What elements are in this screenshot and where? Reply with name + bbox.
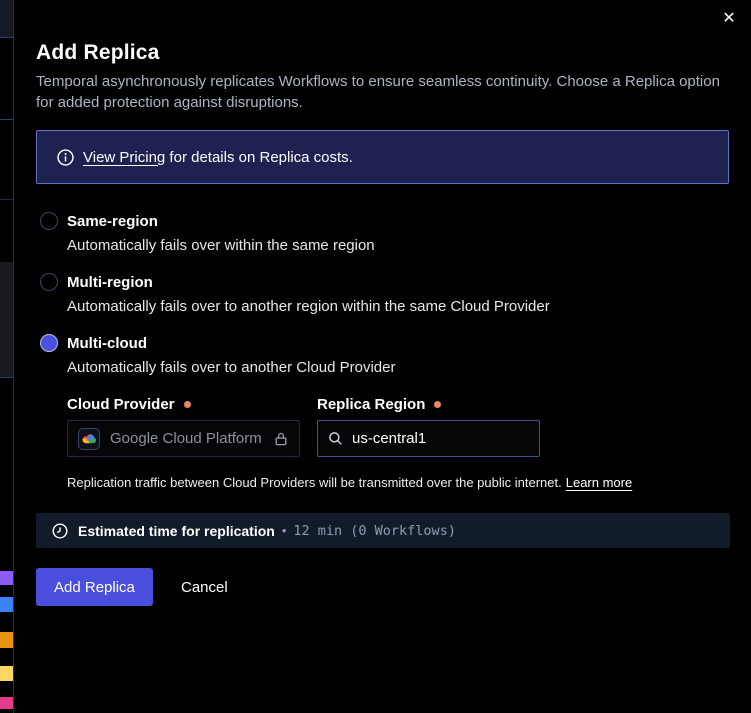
background-page-panel [0,262,13,378]
search-icon [328,431,343,446]
cloud-provider-field: Google Cloud Platform [67,420,300,457]
background-color-chip [0,666,13,681]
view-pricing-link[interactable]: View Pricing [83,149,165,166]
estimated-time-value: 12 min (0 Workflows) [293,523,456,539]
clock-icon [52,523,68,539]
add-replica-button[interactable]: Add Replica [36,568,153,606]
radio-same-region-description: Automatically fails over within the same… [67,237,375,254]
replica-region-field[interactable] [317,420,540,457]
radio-same-region-label[interactable]: Same-region [67,213,158,230]
background-color-chip [0,697,13,709]
estimated-time-banner: Estimated time for replication • 12 min … [36,513,730,548]
pricing-banner-text: for details on Replica costs. [165,149,353,166]
radio-multi-region-description: Automatically fails over to another regi… [67,298,550,315]
cloud-provider-value: Google Cloud Platform [110,430,262,447]
required-dot-icon [434,401,441,408]
cancel-button[interactable]: Cancel [181,568,228,606]
dot-separator: • [282,523,287,538]
background-color-chip [0,632,13,648]
estimated-time-label: Estimated time for replication [78,523,275,539]
info-icon [57,149,74,166]
background-column-divider [13,0,14,713]
required-dot-icon [184,401,191,408]
close-icon[interactable]: ✕ [718,8,740,30]
background-row-divider [0,119,13,120]
background-page-row [0,0,13,38]
radio-multi-cloud-label[interactable]: Multi-cloud [67,335,147,352]
modal-title: Add Replica [36,41,160,65]
pricing-info-banner: View Pricing for details on Replica cost… [36,130,729,184]
background-color-chip [0,571,13,585]
background-row-divider [0,199,13,200]
google-cloud-icon [78,428,100,450]
replica-region-label: Replica Region [317,396,441,413]
public-internet-note: Replication traffic between Cloud Provid… [67,475,632,490]
replica-region-input[interactable] [352,430,512,447]
lock-icon [273,431,289,447]
radio-multi-cloud[interactable] [40,334,58,352]
add-replica-modal: ✕ Add Replica Temporal asynchronously re… [0,0,751,713]
radio-multi-cloud-description: Automatically fails over to another Clou… [67,359,396,376]
radio-multi-region-label[interactable]: Multi-region [67,274,153,291]
cloud-provider-label: Cloud Provider [67,396,191,413]
learn-more-link[interactable]: Learn more [566,475,632,490]
radio-same-region[interactable] [40,212,58,230]
radio-multi-region[interactable] [40,273,58,291]
modal-description: Temporal asynchronously replicates Workf… [36,71,728,113]
background-color-chip [0,597,13,612]
